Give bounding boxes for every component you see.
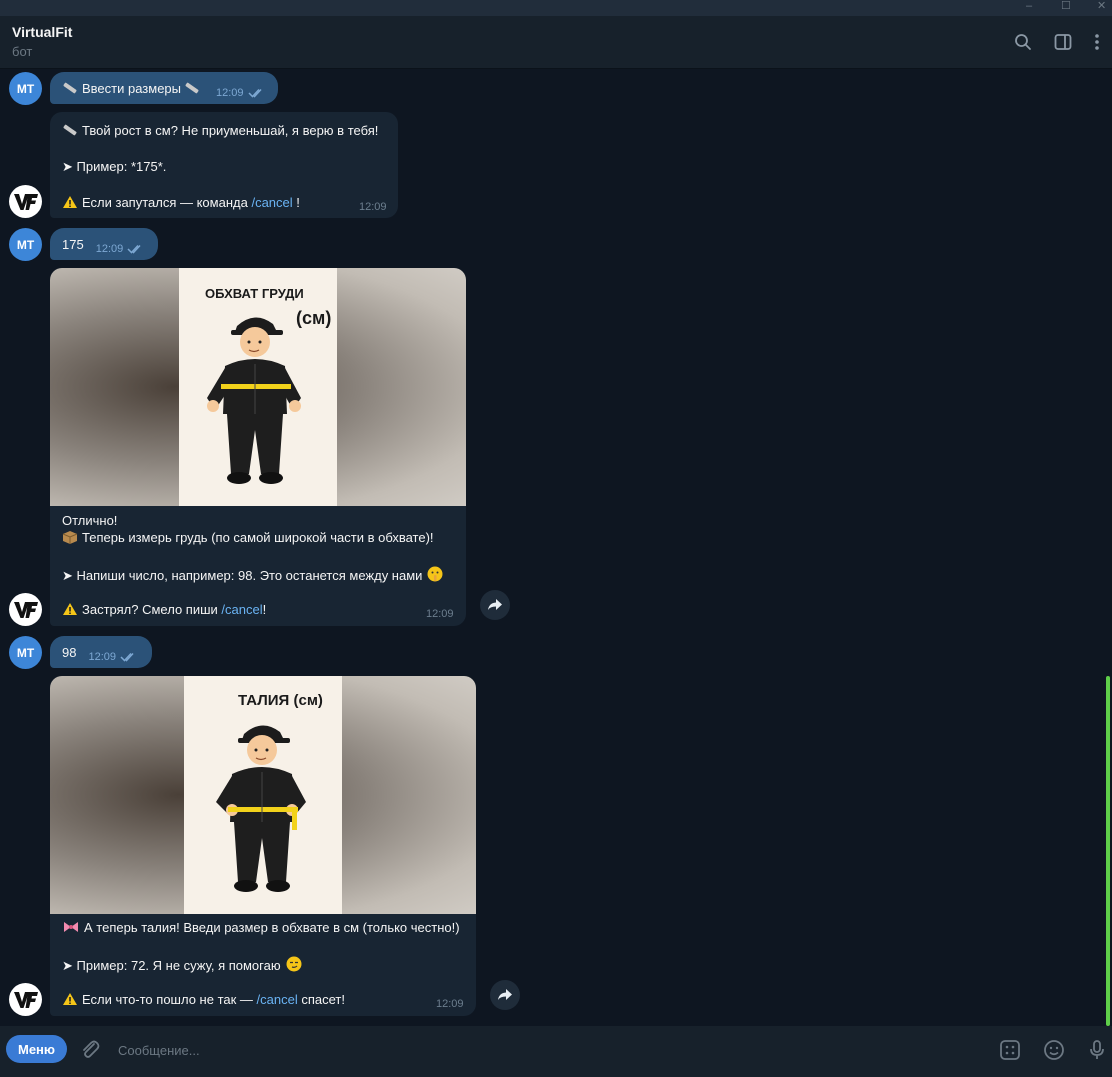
ruler-icon (185, 82, 199, 94)
message-time: 12:09 (216, 87, 244, 99)
shushing-face-icon (427, 566, 443, 582)
avatar[interactable]: МТ (9, 228, 42, 261)
message-text: Застрял? Смело пиши (82, 602, 222, 617)
warning-icon (63, 603, 77, 615)
message-text: ➤ Пример: 72. Я не сужу, я помогаю (62, 958, 281, 973)
message-text: Теперь измерь грудь (по самой широкой ча… (82, 530, 434, 545)
sidebar-toggle-icon[interactable] (1053, 32, 1073, 52)
chat-title: VirtualFit (12, 24, 73, 40)
incoming-photo-message[interactable]: ОБХВАТ ГРУДИ (см) Отлично! Теперь измерь… (50, 268, 466, 626)
ruler-icon (63, 82, 77, 94)
double-check-icon (127, 244, 141, 254)
menu-button[interactable]: Меню (6, 1035, 67, 1063)
chat-header[interactable]: VirtualFit бот (0, 16, 1112, 69)
virtualfit-logo-icon (13, 991, 38, 1008)
ruler-icon (63, 124, 77, 136)
warning-icon (63, 993, 77, 1005)
message-time: 12:09 (359, 201, 387, 213)
forward-icon (498, 989, 512, 1000)
close-icon[interactable]: ✕ (1097, 0, 1106, 12)
virtualfit-logo-icon (13, 601, 38, 618)
chat-subtitle: бот (12, 44, 33, 59)
bot-avatar[interactable] (9, 983, 42, 1016)
ribbon-icon (64, 922, 78, 932)
message-time: 12:09 (436, 998, 464, 1010)
avatar[interactable]: МТ (9, 72, 42, 105)
bot-avatar[interactable] (9, 593, 42, 626)
minimize-icon[interactable]: – (1026, 0, 1032, 12)
forward-icon (488, 599, 502, 610)
bot-commands-icon[interactable] (998, 1038, 1022, 1062)
poster: ТАЛИЯ (см) (184, 676, 342, 914)
forward-button[interactable] (480, 590, 510, 620)
double-check-icon (248, 88, 262, 98)
person-figure-icon (216, 725, 306, 892)
message-text: Отлично! (62, 513, 118, 528)
message-text: спасет! (297, 992, 345, 1007)
person-figure-icon (207, 317, 301, 484)
outgoing-message[interactable]: 98 12:09 (50, 636, 152, 668)
message-text: Ввести размеры (82, 80, 182, 96)
message-text: ➤ Пример: *175*. (62, 159, 167, 174)
outgoing-message[interactable]: Ввести размеры 12:09 (50, 72, 278, 104)
message-time: 12:09 (95, 243, 124, 255)
poster: ОБХВАТ ГРУДИ (см) (179, 268, 337, 506)
message-input[interactable] (116, 1038, 980, 1062)
measurement-image[interactable]: ТАЛИЯ (см) (50, 676, 476, 914)
incoming-message[interactable]: Твой рост в см? Не приуменьшай, я верю в… (50, 112, 398, 218)
scrollbar[interactable] (1106, 676, 1110, 1026)
microphone-icon[interactable] (1085, 1038, 1109, 1062)
double-check-icon (120, 652, 134, 662)
warning-icon (63, 196, 77, 208)
measurement-image[interactable]: ОБХВАТ ГРУДИ (см) (50, 268, 466, 506)
attach-icon[interactable] (78, 1038, 102, 1062)
incoming-photo-message[interactable]: ТАЛИЯ (см) А теперь талия! Введи размер … (50, 676, 476, 1016)
cancel-command-link[interactable]: /cancel (257, 992, 298, 1007)
package-icon (62, 531, 78, 544)
virtualfit-logo-icon (13, 193, 38, 210)
message-text: А теперь талия! Введи размер в обхвате в… (84, 920, 460, 935)
message-text: Твой рост в см? Не приуменьшай, я верю в… (82, 123, 379, 138)
poster-title: ТАЛИЯ (см) (238, 692, 323, 709)
poster-title: ОБХВАТ ГРУДИ (205, 286, 304, 301)
message-text: ! (262, 602, 267, 617)
emoji-icon[interactable] (1042, 1038, 1066, 1062)
outgoing-message[interactable]: 175 12:09 (50, 228, 158, 260)
message-text: Если что-то пошло не так — (82, 992, 257, 1007)
message-text: 98 (62, 644, 77, 660)
avatar[interactable]: МТ (9, 636, 42, 669)
cancel-command-link[interactable]: /cancel (221, 602, 262, 617)
message-text: ! (292, 195, 300, 210)
bot-avatar[interactable] (9, 185, 42, 218)
message-text: 175 (62, 236, 84, 252)
message-time: 12:09 (426, 608, 454, 620)
window-titlebar: – ☐ ✕ (0, 0, 1112, 16)
cancel-command-link[interactable]: /cancel (251, 195, 292, 210)
smirking-face-icon (286, 956, 302, 972)
search-icon[interactable] (1013, 32, 1033, 52)
more-vert-icon[interactable] (1087, 32, 1107, 52)
message-time: 12:09 (88, 651, 116, 663)
maximize-icon[interactable]: ☐ (1061, 0, 1071, 12)
message-composer: Меню (0, 1026, 1112, 1077)
message-text: ➤ Напиши число, например: 98. Это остане… (62, 568, 423, 583)
message-text: Если запутался — команда (82, 195, 252, 210)
forward-button[interactable] (490, 980, 520, 1010)
